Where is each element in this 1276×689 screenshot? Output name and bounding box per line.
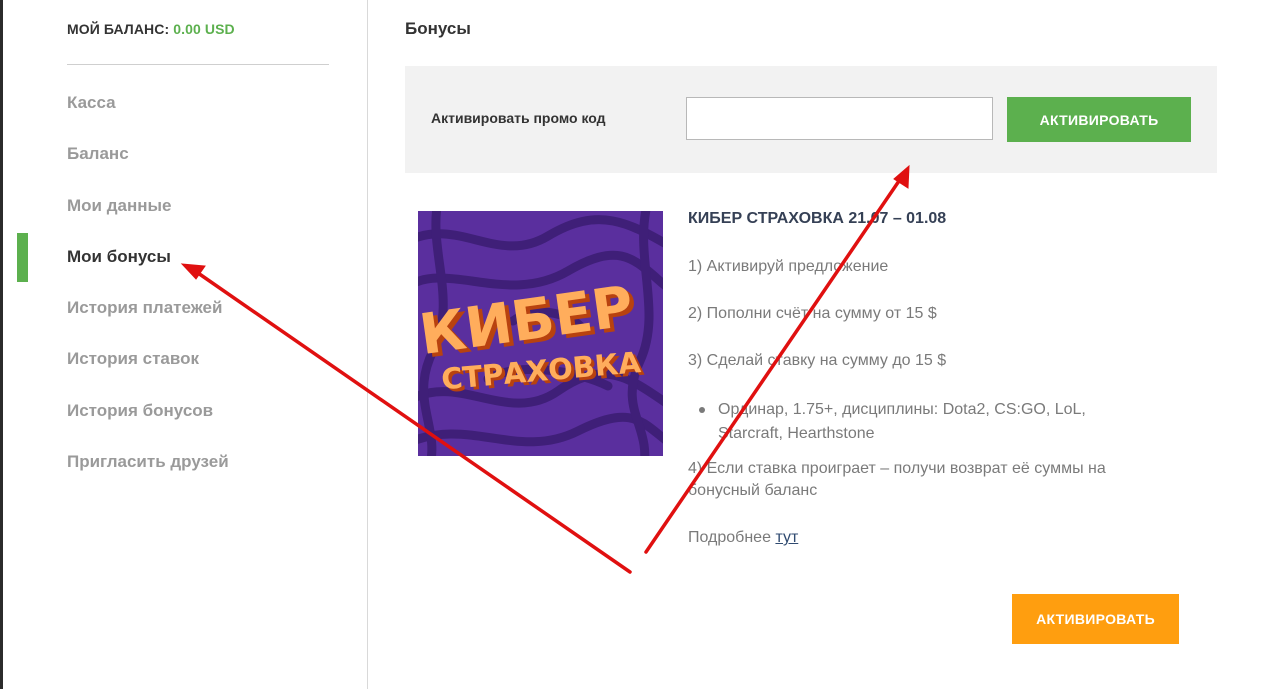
sidebar-item-my-bonuses[interactable]: Мои бонусы — [3, 231, 367, 282]
sidebar-item-balance[interactable]: Баланс — [3, 128, 367, 179]
account-nav: Касса Баланс Мои данные Мои бонусы Истор… — [3, 77, 367, 487]
bonus-step-4: 4) Если ставка проиграет – получи возвра… — [688, 460, 1106, 499]
sidebar-item-label: Касса — [67, 93, 116, 112]
sidebar-item-bet-history[interactable]: История ставок — [3, 333, 367, 384]
account-sidebar: МОЙ БАЛАНС: 0.00 USD Касса Баланс Мои да… — [3, 0, 368, 689]
active-item-marker — [17, 232, 28, 282]
more-info: Подробнее тут — [688, 529, 798, 547]
more-info-prefix: Подробнее — [688, 529, 771, 546]
promo-code-input[interactable] — [686, 97, 993, 140]
promo-code-label: Активировать промо код — [431, 110, 606, 126]
sidebar-divider — [67, 64, 329, 65]
promo-code-panel: Активировать промо код АКТИВИРОВАТЬ — [405, 66, 1217, 173]
bonus-step-3: 3) Сделай ставку на сумму до 15 $ — [688, 352, 947, 369]
sidebar-item-my-data[interactable]: Мои данные — [3, 180, 367, 231]
bonus-step-1: 1) Активируй предложение — [688, 258, 889, 275]
bonus-banner-image: КИБЕР КИБЕР СТРАХОВКА СТРАХОВКА — [418, 211, 663, 456]
sidebar-item-payment-history[interactable]: История платежей — [3, 282, 367, 333]
bullet-text: Ординар, 1.75+, дисциплины: Dota2, CS:GO… — [718, 401, 1086, 442]
balance-display: МОЙ БАЛАНС: 0.00 USD — [67, 21, 235, 37]
bonus-title: КИБЕР СТРАХОВКА 21.07 – 01.08 — [688, 210, 947, 227]
bonus-description: КИБЕР СТРАХОВКА 21.07 – 01.08 1) Активир… — [688, 210, 1188, 546]
sidebar-item-label: Мои данные — [67, 195, 172, 215]
sidebar-item-label: Мои бонусы — [67, 246, 171, 266]
sidebar-item-label: История бонусов — [67, 400, 214, 420]
sidebar-item-invite-friends[interactable]: Пригласить друзей — [3, 436, 367, 487]
sidebar-item-label: Пригласить друзей — [67, 452, 229, 472]
sidebar-item-label: Баланс — [67, 144, 129, 164]
bullet-dot-icon — [699, 407, 705, 413]
sidebar-item-bonus-history[interactable]: История бонусов — [3, 385, 367, 436]
balance-amount: 0.00 USD — [173, 21, 235, 37]
bonuses-main: Бонусы Активировать промо код АКТИВИРОВА… — [368, 0, 1276, 689]
sidebar-item-label: История ставок — [67, 349, 199, 369]
balance-label: МОЙ БАЛАНС: — [67, 21, 170, 37]
bonus-step-2: 2) Пополни счёт на сумму от 15 $ — [688, 305, 937, 322]
sidebar-item-label: История платежей — [67, 298, 223, 318]
activate-promo-button[interactable]: АКТИВИРОВАТЬ — [1007, 97, 1191, 142]
page-title: Бонусы — [405, 19, 471, 38]
activate-bonus-button[interactable]: АКТИВИРОВАТЬ — [1012, 594, 1179, 644]
more-info-link[interactable]: тут — [775, 529, 798, 546]
sidebar-item-kassa[interactable]: Касса — [3, 77, 367, 128]
bonus-conditions-bullet: Ординар, 1.75+, дисциплины: Dota2, CS:GO… — [699, 398, 1118, 446]
